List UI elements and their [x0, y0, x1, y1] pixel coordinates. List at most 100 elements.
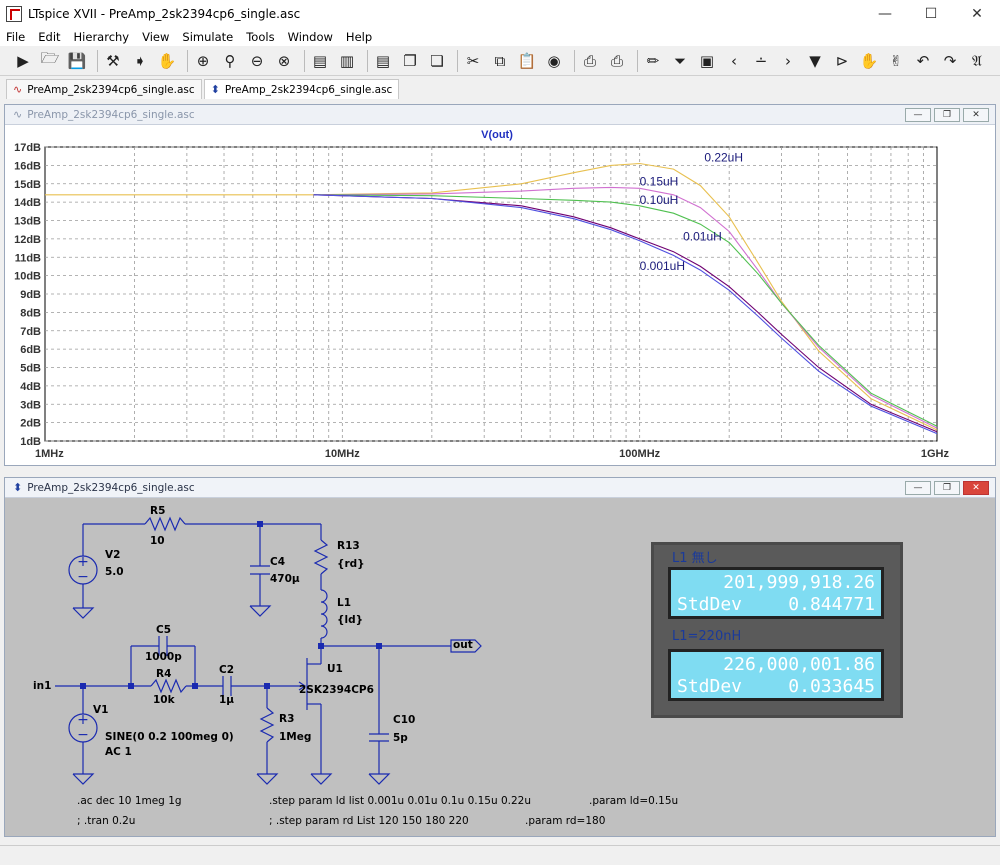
menu-window[interactable]: Window	[288, 30, 333, 44]
zoom-pan-icon[interactable]: ⚲	[219, 50, 241, 72]
open-folder-icon[interactable]: 🗁	[39, 49, 61, 72]
c5-ref[interactable]: C5	[156, 624, 171, 636]
r4-value[interactable]: 10k	[153, 694, 175, 706]
c4-value[interactable]: 470µ	[270, 573, 300, 585]
menu-view[interactable]: View	[142, 30, 169, 44]
control-panel-icon[interactable]: ⚒	[102, 50, 124, 72]
restore-button[interactable]: ❐	[934, 481, 960, 495]
l1-value[interactable]: {ld}	[337, 614, 363, 626]
tile-vertical-icon[interactable]: ❏	[426, 50, 448, 72]
c4-ref[interactable]: C4	[270, 556, 285, 568]
chart-title: V(out)	[481, 129, 513, 141]
directive-param-ld[interactable]: .param ld=0.15u	[589, 795, 678, 807]
move-hand-icon[interactable]: ✋	[858, 50, 880, 72]
zoom-out-icon[interactable]: ⊖	[246, 50, 268, 72]
c10-ref[interactable]: C10	[393, 714, 415, 726]
close-button[interactable]: ✕	[954, 0, 1000, 28]
tile-horizontal-icon[interactable]: ▤	[372, 50, 394, 72]
print-preview-icon[interactable]: ⎙	[579, 50, 601, 72]
autorange-icon[interactable]: ▤	[309, 50, 331, 72]
undo-icon[interactable]: ↶	[912, 50, 934, 72]
redo-icon[interactable]: ↷	[939, 50, 961, 72]
u1-ref[interactable]: U1	[327, 663, 343, 675]
bode-plot[interactable]: V(out) 1dB 2dB 3dB 4dB 5dB 6dB 7dB 8dB 9dB 10dB 11…	[5, 125, 995, 465]
x-tick-label: 1MHz	[35, 448, 64, 460]
c5-value[interactable]: 1000p	[145, 651, 182, 663]
series-label-0.10uH: 0.10uH	[640, 193, 679, 207]
r13-ref[interactable]: R13	[337, 540, 360, 552]
menu-simulate[interactable]: Simulate	[182, 30, 233, 44]
r5-value[interactable]: 10	[150, 535, 165, 547]
menu-edit[interactable]: Edit	[38, 30, 60, 44]
diode-icon[interactable]: ▼	[804, 50, 826, 72]
x-tick-label: 100MHz	[619, 448, 660, 460]
v1-ref[interactable]: V1	[93, 704, 108, 716]
save-icon[interactable]: 💾	[66, 50, 88, 72]
directive-ac[interactable]: .ac dec 10 1meg 1g	[77, 795, 182, 807]
menu-file[interactable]: File	[6, 30, 25, 44]
net-label-in1[interactable]: in1	[33, 680, 51, 692]
r4-ref[interactable]: R4	[156, 668, 171, 680]
l1-ref[interactable]: L1	[337, 597, 351, 609]
series-line-0.10uH	[313, 194, 938, 427]
minimize-button[interactable]: —	[862, 0, 908, 28]
net-label-out[interactable]: out	[453, 639, 473, 651]
label-net-icon[interactable]: ▣	[696, 50, 718, 72]
resistor-icon[interactable]: ‹	[723, 50, 745, 72]
v2-ref[interactable]: V2	[105, 549, 120, 561]
waveform-icon[interactable]: ▥	[336, 50, 358, 72]
cascade-icon[interactable]: ❐	[399, 50, 421, 72]
inductor-icon[interactable]: ›	[777, 50, 799, 72]
directive-step-ld[interactable]: .step param ld list 0.001u 0.01u 0.1u 0.…	[269, 795, 531, 807]
component-icon[interactable]: ⊳	[831, 50, 853, 72]
c2-ref[interactable]: C2	[219, 664, 234, 676]
lcd1-frequency: 201,999,918.26	[723, 572, 875, 593]
menu-bar: File Edit Hierarchy View Simulate Tools …	[0, 28, 1000, 46]
v1-ac-value[interactable]: AC 1	[105, 746, 132, 758]
text-icon[interactable]: 𝔄	[966, 50, 988, 72]
c10-value[interactable]: 5p	[393, 732, 408, 744]
y-tick-label: 12dB	[14, 234, 41, 246]
drag-hand-icon[interactable]: ✌	[885, 50, 907, 72]
cut-icon[interactable]: ✂	[462, 50, 484, 72]
zoom-fit-icon[interactable]: ⊗	[273, 50, 295, 72]
v1-value[interactable]: SINE(0 0.2 100meg 0)	[105, 731, 234, 743]
r13-value[interactable]: {rd}	[337, 558, 365, 570]
menu-hierarchy[interactable]: Hierarchy	[74, 30, 130, 44]
run-icon[interactable]: ▶	[12, 50, 34, 72]
paste-icon[interactable]: 📋	[516, 50, 538, 72]
schematic-canvas[interactable]: + − + − R5 10 V2 5.0 C4 470µ R13 {rd} L1…	[5, 498, 995, 836]
menu-help[interactable]: Help	[346, 30, 372, 44]
counter-photo[interactable]: L1 無し 201,999,918.26 StdDev 0.844771 L1=2…	[651, 542, 903, 718]
menu-tools[interactable]: Tools	[246, 30, 274, 44]
r5-ref[interactable]: R5	[150, 505, 165, 517]
run-simulation-icon[interactable]: ➧	[129, 50, 151, 72]
tab-schematic[interactable]: ⬍ PreAmp_2sk2394cp6_single.asc	[203, 79, 400, 99]
copy-icon[interactable]: ⧉	[489, 50, 511, 72]
c2-value[interactable]: 1µ	[219, 694, 234, 706]
directive-param-rd[interactable]: .param rd=180	[525, 815, 605, 827]
capacitor-icon[interactable]: ∸	[750, 50, 772, 72]
y-tick-label: 16dB	[14, 160, 41, 172]
minimize-button[interactable]: —	[905, 481, 931, 495]
waveform-window-titlebar: ∿ PreAmp_2sk2394cp6_single.asc — ❐ ✕	[5, 105, 995, 125]
r3-ref[interactable]: R3	[279, 713, 294, 725]
zoom-in-icon[interactable]: ⊕	[192, 50, 214, 72]
print-icon[interactable]: ⎙	[606, 50, 628, 72]
minimize-button[interactable]: —	[905, 108, 931, 122]
halt-icon[interactable]: ✋	[156, 50, 178, 72]
ground-icon[interactable]: ⏷	[669, 50, 691, 72]
r3-value[interactable]: 1Meg	[279, 731, 311, 743]
draw-wire-icon[interactable]: ✏	[642, 50, 664, 72]
find-icon[interactable]: ◉	[543, 50, 565, 72]
close-button[interactable]: ✕	[963, 481, 989, 495]
directive-tran[interactable]: ; .tran 0.2u	[77, 815, 135, 827]
maximize-button[interactable]: ☐	[908, 0, 954, 28]
tab-waveform[interactable]: ∿ PreAmp_2sk2394cp6_single.asc	[6, 79, 202, 99]
close-button[interactable]: ✕	[963, 108, 989, 122]
v2-value[interactable]: 5.0	[105, 566, 124, 578]
directive-step-rd[interactable]: ; .step param rd List 120 150 180 220	[269, 815, 469, 827]
restore-button[interactable]: ❐	[934, 108, 960, 122]
u1-value[interactable]: 2SK2394CP6	[299, 684, 374, 696]
series-label-0.01uH: 0.01uH	[683, 230, 722, 244]
